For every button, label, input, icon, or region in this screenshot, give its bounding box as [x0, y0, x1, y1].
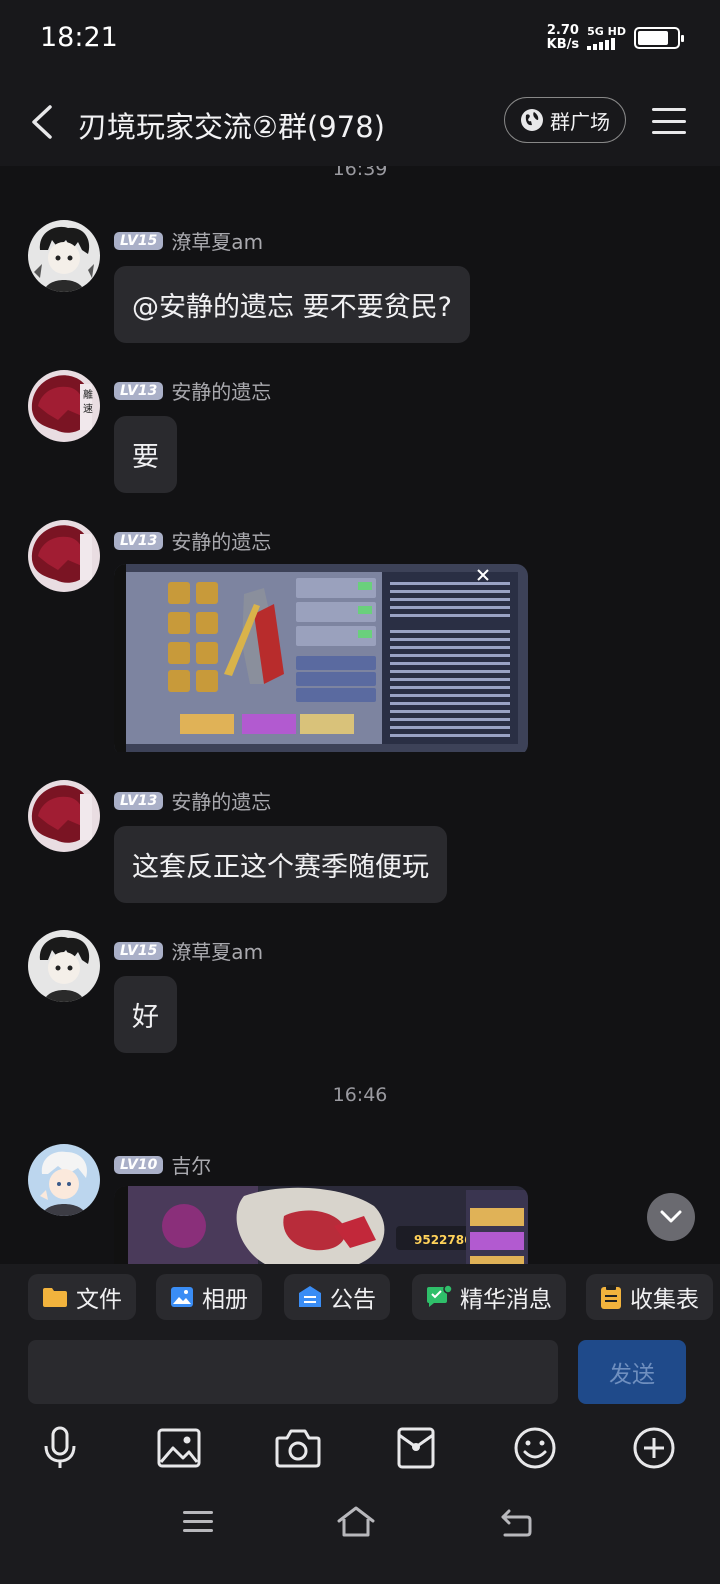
- avatar[interactable]: 離 速: [28, 370, 100, 442]
- signal-icon: 5G HD: [587, 26, 626, 50]
- message-bubble[interactable]: 好: [114, 976, 177, 1053]
- sender-name[interactable]: 安静的遗忘: [171, 376, 271, 405]
- level-badge: LV13: [114, 531, 164, 550]
- avatar[interactable]: [28, 220, 100, 292]
- form-icon: [601, 1285, 621, 1309]
- sender-name[interactable]: 潦草夏am: [171, 936, 263, 965]
- quick-actions-bar: 文件 相册 公告 精华消息 收集表: [0, 1264, 720, 1332]
- status-bar: 18:21 2.70 KB/s 5G HD: [0, 0, 720, 80]
- globe-icon: [521, 109, 543, 131]
- time-separator: 16:46: [332, 1084, 388, 1106]
- more-button[interactable]: [630, 1424, 678, 1472]
- sender-name[interactable]: 安静的遗忘: [171, 786, 271, 815]
- nav-menu-button[interactable]: [178, 1502, 218, 1542]
- level-badge: LV13: [114, 381, 164, 400]
- game-battle-screenshot: 9522786: [114, 1186, 528, 1276]
- red-packet-icon: [397, 1427, 435, 1469]
- chat-header: 刃境玩家交流②群(978) 群广场: [0, 80, 720, 166]
- back-arrow-icon: [501, 1509, 532, 1537]
- send-button[interactable]: 发送: [578, 1340, 686, 1404]
- microphone-icon: [44, 1426, 76, 1468]
- avatar[interactable]: [28, 1144, 100, 1216]
- level-badge: LV15: [114, 941, 164, 960]
- camera-icon: [275, 1429, 321, 1468]
- sender-name[interactable]: 潦草夏am: [171, 226, 263, 255]
- chevron-down-icon: [660, 1210, 682, 1223]
- time-separator: 16:39: [332, 166, 388, 180]
- quick-action-files[interactable]: 文件: [28, 1274, 136, 1320]
- image-number: 9522786: [414, 1233, 472, 1247]
- svg-text:速: 速: [83, 403, 93, 415]
- message-bubble[interactable]: @安静的遗忘 要不要贫民?: [114, 266, 470, 343]
- avatar[interactable]: [28, 780, 100, 852]
- sender-name[interactable]: 安静的遗忘: [171, 526, 271, 555]
- back-button[interactable]: [22, 100, 62, 144]
- featured-icon: [427, 1285, 452, 1307]
- status-indicators: 2.70 KB/s 5G HD: [546, 23, 684, 52]
- emoji-button[interactable]: [511, 1424, 559, 1472]
- quick-action-form[interactable]: 收集表: [586, 1274, 713, 1320]
- chevron-left-icon: [32, 105, 52, 139]
- image-icon: [157, 1428, 201, 1468]
- menu-icon: [183, 1511, 213, 1532]
- network-speed: 2.70 KB/s: [546, 23, 580, 52]
- nav-home-button[interactable]: [336, 1502, 376, 1542]
- plus-icon: [633, 1427, 675, 1469]
- image-message[interactable]: 9522786: [114, 1186, 528, 1276]
- menu-button[interactable]: [652, 104, 686, 138]
- sender-name[interactable]: 吉尔: [171, 1150, 211, 1179]
- message-bubble[interactable]: 要: [114, 416, 177, 493]
- quick-action-announcement[interactable]: 公告: [284, 1274, 390, 1320]
- message-list[interactable]: 16:39 LV15 潦草夏am @安静的遗忘 要不要贫民? 離 速 LV13 …: [0, 166, 720, 1276]
- home-icon: [337, 1506, 375, 1537]
- level-badge: LV15: [114, 231, 164, 250]
- input-area: 发送: [0, 1332, 720, 1584]
- group-plaza-button[interactable]: 群广场: [504, 97, 626, 143]
- message-input[interactable]: [28, 1340, 558, 1404]
- status-time: 18:21: [40, 22, 118, 53]
- announcement-icon: [299, 1286, 321, 1307]
- level-badge: LV10: [114, 1155, 164, 1174]
- avatar[interactable]: [28, 930, 100, 1002]
- voice-button[interactable]: [36, 1424, 84, 1472]
- svg-text:離: 離: [83, 388, 93, 401]
- nav-back-button[interactable]: [496, 1502, 536, 1542]
- battery-icon: [634, 27, 684, 49]
- menu-icon: [652, 108, 686, 111]
- chat-title: 刃境玩家交流②群(978): [78, 110, 385, 144]
- image-message[interactable]: [114, 564, 528, 756]
- red-packet-button[interactable]: [392, 1424, 440, 1472]
- game-equipment-screenshot: [114, 564, 528, 752]
- quick-action-featured[interactable]: 精华消息: [412, 1274, 566, 1320]
- avatar[interactable]: [28, 520, 100, 592]
- album-icon: [171, 1287, 193, 1307]
- scroll-to-bottom-button[interactable]: [647, 1193, 695, 1241]
- level-badge: LV13: [114, 791, 164, 810]
- message-bubble[interactable]: 这套反正这个赛季随便玩: [114, 826, 447, 903]
- quick-action-album[interactable]: 相册: [156, 1274, 262, 1320]
- camera-button[interactable]: [274, 1424, 322, 1472]
- emoji-icon: [514, 1427, 556, 1469]
- image-button[interactable]: [155, 1424, 203, 1472]
- folder-icon: [43, 1288, 67, 1307]
